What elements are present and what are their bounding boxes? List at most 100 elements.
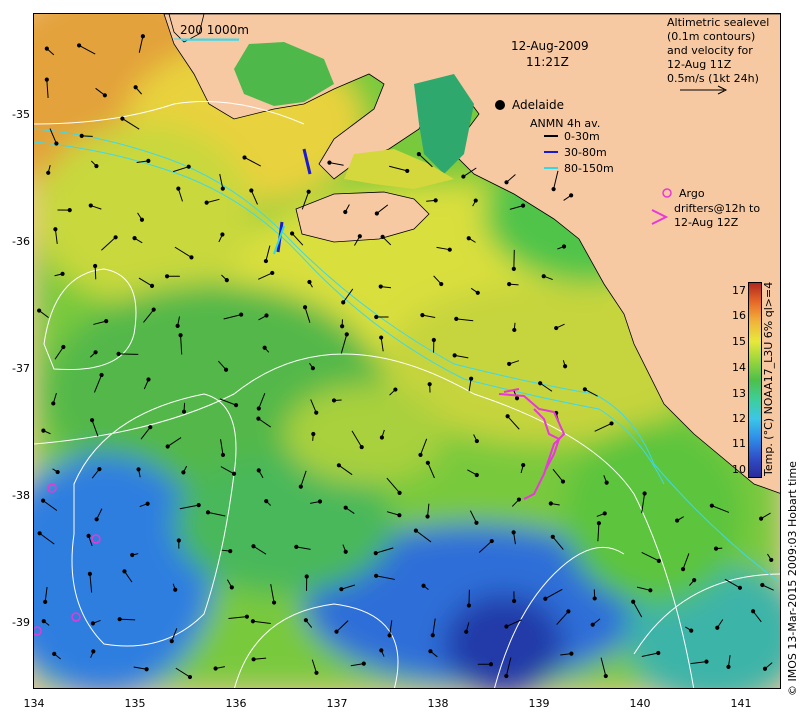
velocity-arrowhead <box>692 578 697 583</box>
velocity-arrowhead <box>44 77 49 82</box>
velocity-arrowhead <box>566 609 571 614</box>
velocity-arrowhead <box>93 350 98 355</box>
colorbar-tick: 16 <box>732 309 746 322</box>
velocity-arrowhead <box>656 558 661 563</box>
velocity-arrowhead <box>538 381 543 386</box>
anmn-legend-label: 30-80m <box>564 146 607 159</box>
velocity-arrowhead <box>554 325 559 331</box>
anmn-title: ANMN 4h av. <box>530 117 600 130</box>
velocity-arrowhead <box>413 528 418 533</box>
drifters-line: 12-Aug 12Z <box>674 216 739 229</box>
velocity-arrowhead <box>251 544 256 549</box>
velocity-arrowhead <box>148 425 153 430</box>
colorbar-tick: 10 <box>732 463 746 476</box>
velocity-arrowhead <box>674 518 680 523</box>
velocity-arrowhead <box>186 164 191 169</box>
velocity-arrowhead <box>689 628 694 633</box>
velocity-arrowhead <box>596 521 602 526</box>
velocity-arrowhead <box>582 387 587 392</box>
velocity-arrowhead <box>439 281 444 287</box>
velocity-arrowhead <box>136 467 141 472</box>
anmn-legend-label: 0-30m <box>564 130 600 143</box>
velocity-arrowhead <box>88 203 93 208</box>
velocity-arrowhead <box>67 208 72 213</box>
velocity-arrowhead <box>307 279 312 285</box>
velocity-arrowhead <box>359 444 364 450</box>
velocity-arrowhead <box>244 614 250 619</box>
x-tick: 139 <box>528 697 550 710</box>
colorbar-tick: 12 <box>732 412 746 425</box>
velocity-arrowhead <box>631 599 636 604</box>
velocity-arrowhead <box>146 158 151 164</box>
velocity-arrowhead <box>551 187 556 192</box>
velocity-arrowhead <box>87 571 93 576</box>
velocity-arrow <box>119 618 136 621</box>
velocity-arrowhead <box>94 163 99 169</box>
velocity-arrowhead <box>466 603 472 608</box>
velocity-arrowhead <box>122 569 127 574</box>
velocity-arrowhead <box>461 174 466 179</box>
velocity-arrowhead <box>314 410 319 415</box>
credit-label: © IMOS 13-Mar-2015 2009:03 Hobart time <box>786 461 799 696</box>
velocity-arrowhead <box>609 421 614 426</box>
velocity-arrowhead <box>41 428 46 433</box>
y-tick: -35 <box>12 108 30 121</box>
velocity-arrowhead <box>144 667 149 672</box>
altimetry-line: 12-Aug 11Z <box>667 58 732 71</box>
velocity-arrowhead <box>563 364 568 369</box>
colorbar-tick: 13 <box>732 387 746 400</box>
velocity-arrowhead <box>405 168 410 174</box>
velocity-arrowhead <box>43 599 48 604</box>
velocity-arrowhead <box>642 491 647 496</box>
velocity-arrowhead <box>474 472 479 478</box>
velocity-arrowhead <box>466 236 471 241</box>
velocity-arrowhead <box>86 533 91 538</box>
time-label: 11:21Z <box>526 55 569 69</box>
velocity-arrowhead <box>709 503 714 508</box>
velocity-arrowhead <box>117 617 122 622</box>
velocity-arrowhead <box>713 546 719 551</box>
velocity-arrowhead <box>374 573 379 578</box>
velocity-arrowhead <box>602 511 607 516</box>
velocity-arrowhead <box>656 650 661 656</box>
velocity-arrowhead <box>204 200 209 205</box>
velocity-arrowhead <box>569 651 574 656</box>
velocity-arrowhead <box>271 600 277 605</box>
velocity-arrowhead <box>302 305 308 310</box>
velocity-arrowhead <box>231 471 237 476</box>
velocity-arrowhead <box>224 277 229 283</box>
velocity-arrowhead <box>750 609 756 614</box>
velocity-arrowhead <box>543 596 548 601</box>
velocity-arrowhead <box>511 530 516 535</box>
velocity-arrowhead <box>120 116 125 121</box>
velocity-arrowhead <box>430 633 435 638</box>
colorbar-tick: 17 <box>732 284 746 297</box>
colorbar-label: Temp. (°C) NOAA17_L3U 6% ql>=4 <box>762 281 775 476</box>
velocity-arrowhead <box>173 587 178 592</box>
velocity-arrowhead <box>220 186 225 191</box>
velocity-arrowhead <box>55 469 60 475</box>
velocity-arrowhead <box>249 188 254 193</box>
velocity-arrowhead <box>561 244 567 249</box>
velocity-arrowhead <box>306 189 311 194</box>
velocity-arrowhead <box>264 313 269 318</box>
velocity-arrowhead <box>145 501 150 506</box>
x-tick: 136 <box>225 697 247 710</box>
adelaide-marker <box>495 100 505 110</box>
velocity-arrowhead <box>130 552 135 558</box>
velocity-arrowhead <box>769 557 774 563</box>
velocity-arrowhead <box>374 314 379 320</box>
x-tick: 138 <box>427 697 449 710</box>
velocity-arrowhead <box>428 649 433 654</box>
velocity-arrowhead <box>303 618 308 623</box>
velocity-arrowhead <box>233 403 239 408</box>
velocity-arrowhead <box>393 387 398 392</box>
velocity-arrowhead <box>176 186 181 191</box>
altimetry-line: Altimetric sealevel <box>667 16 769 29</box>
velocity-arrowhead <box>373 550 378 556</box>
velocity-arrowhead <box>116 351 121 356</box>
velocity-arrowhead <box>181 470 186 475</box>
velocity-arrowhead <box>469 376 474 381</box>
velocity-arrowhead <box>164 274 170 279</box>
velocity-arrowhead <box>425 514 430 519</box>
